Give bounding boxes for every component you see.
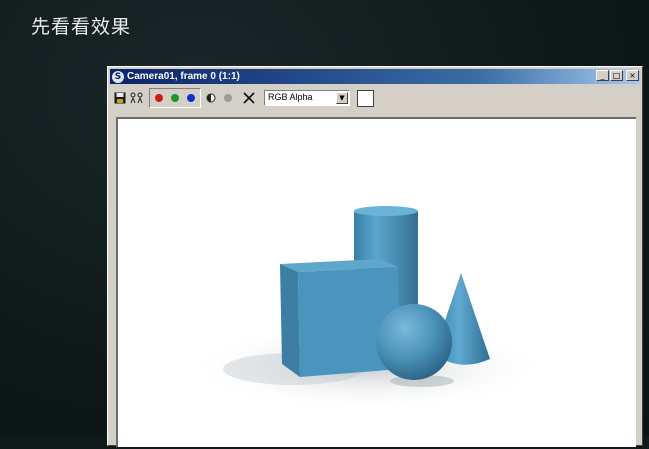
channel-display-value: RGB Alpha [268, 92, 313, 102]
red-dot-icon [155, 94, 163, 102]
render-viewport [116, 117, 636, 447]
chevron-down-icon: ▼ [336, 92, 348, 104]
alpha-channel-button[interactable] [220, 90, 236, 106]
green-channel-button[interactable] [167, 90, 183, 106]
clear-button[interactable] [241, 90, 257, 106]
window-controls: _ □ × [596, 70, 639, 81]
channel-display-select[interactable]: RGB Alpha ▼ [264, 90, 350, 106]
maximize-button[interactable]: □ [610, 70, 623, 81]
window-title: Camera01, frame 0 (1:1) [127, 71, 240, 82]
green-dot-icon [171, 94, 179, 102]
window-titlebar[interactable]: S Camera01, frame 0 (1:1) _ □ × [110, 69, 640, 84]
rendered-scene [188, 206, 548, 412]
blue-channel-button[interactable] [183, 90, 199, 106]
save-icon[interactable] [112, 90, 128, 106]
clear-x-icon [243, 92, 255, 104]
half-circle-icon [206, 93, 216, 103]
channel-toggle-group [149, 88, 201, 108]
gray-dot-icon [224, 94, 232, 102]
clone-icon[interactable] [129, 90, 145, 106]
page-heading: 先看看效果 [31, 16, 132, 38]
color-swatch[interactable] [357, 89, 374, 107]
rendered-frame-window: S Camera01, frame 0 (1:1) _ □ × RGB Alph… [107, 66, 643, 447]
render-toolbar: RGB Alpha ▼ [112, 87, 638, 109]
minimize-button[interactable]: _ [596, 70, 609, 81]
close-button[interactable]: × [626, 70, 639, 81]
red-channel-button[interactable] [151, 90, 167, 106]
blue-dot-icon [187, 94, 195, 102]
app-icon: S [112, 70, 124, 83]
monochrome-button[interactable] [203, 90, 219, 106]
